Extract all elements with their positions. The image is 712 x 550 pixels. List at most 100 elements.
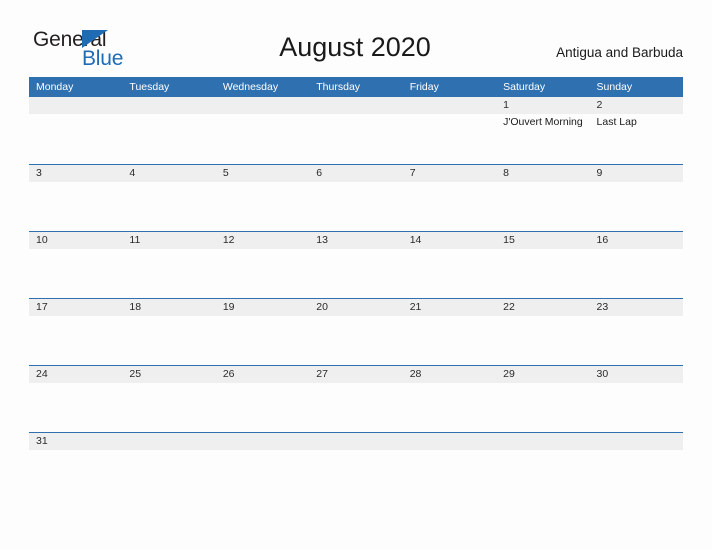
day-cell-empty [216,97,309,164]
day-cell-3[interactable]: 3 [29,165,122,231]
day-number: 20 [316,301,328,313]
day-cell-20[interactable]: 20 [309,299,402,365]
day-number [597,433,680,450]
week-cells: 24 25 26 27 28 29 30 [29,366,683,432]
day-number: 7 [409,167,416,179]
day-number: 15 [503,234,515,246]
day-number: 23 [596,301,609,313]
day-cell-29[interactable]: 29 [496,366,589,432]
day-cell-empty [122,97,215,164]
day-cell-11[interactable]: 11 [122,232,215,298]
week-cells: 31 [29,433,683,454]
day-cell-24[interactable]: 24 [29,366,122,432]
day-number: 1 [503,99,509,111]
day-cell-18[interactable]: 18 [122,299,215,365]
day-cell-10[interactable]: 10 [29,232,122,298]
day-cell-13[interactable]: 13 [309,232,402,298]
logo-text-blue: Blue [82,47,124,70]
day-number: 8 [503,167,509,179]
day-events: Last Lap [597,114,680,129]
day-number: 21 [409,301,422,313]
day-cell-27[interactable]: 27 [309,366,402,432]
day-cell-14[interactable]: 14 [403,232,496,298]
day-cell-16[interactable]: 16 [590,232,683,298]
day-number: 25 [129,368,142,380]
day-cell-25[interactable]: 25 [122,366,215,432]
week-cells: 3 4 5 6 7 8 9 [29,165,683,231]
day-cell-empty [122,433,215,454]
day-of-week-header-saturday: Saturday [503,81,546,93]
day-number [503,433,586,450]
day-cell-26[interactable]: 26 [216,366,309,432]
day-number: 13 [316,234,328,246]
calendar-week-row: 10 11 12 13 14 15 16 [29,231,683,298]
day-cell-empty [496,433,589,454]
day-cell-7[interactable]: 7 [403,165,496,231]
page-title: August 2020 [279,32,431,62]
day-number [223,97,306,114]
day-number: 9 [596,167,603,179]
calendar-grid: Monday Tuesday Wednesday Thursday Friday Satu… [29,77,683,454]
day-of-week-header-wednesday: Wednesday [222,81,279,93]
page-header: General Blue August 2020 Antigua and Bar… [0,0,712,76]
day-number: 17 [36,301,48,313]
week-cells: 1 J'Ouvert Morning 2 Last Lap [29,97,683,164]
day-number [316,433,399,450]
day-cell-15[interactable]: 15 [496,232,589,298]
day-cell-31[interactable]: 31 [29,433,122,454]
day-number: 14 [409,234,422,246]
day-number [129,97,212,114]
calendar-week-row: 1 J'Ouvert Morning 2 Last Lap [29,97,683,164]
day-number: 24 [36,368,48,380]
day-cell-5[interactable]: 5 [216,165,309,231]
day-cell-17[interactable]: 17 [29,299,122,365]
general-blue-logo[interactable]: General Blue [30,28,160,74]
day-number: 27 [316,368,328,380]
day-cell-28[interactable]: 28 [403,366,496,432]
week-cells: 17 18 19 20 21 22 23 [29,299,683,365]
day-cell-2[interactable]: 2 Last Lap [590,97,683,164]
day-cell-empty [309,433,402,454]
day-number: 18 [129,301,142,313]
day-number [129,433,212,450]
day-cell-8[interactable]: 8 [496,165,589,231]
calendar-page: General Blue August 2020 Antigua and Bar… [0,0,712,550]
day-of-week-header-tuesday: Tuesday [129,81,170,93]
day-cell-21[interactable]: 21 [403,299,496,365]
day-number: 26 [222,368,235,380]
calendar-week-row: 3 4 5 6 7 8 9 [29,164,683,231]
country-label: Antigua and Barbuda [556,45,683,60]
logo-triangle-icon [82,30,108,48]
day-number: 2 [596,99,603,111]
day-cell-22[interactable]: 22 [496,299,589,365]
day-events: J'Ouvert Morning [503,114,586,129]
week-cells: 10 11 12 13 14 15 16 [29,232,683,298]
day-cell-empty [403,433,496,454]
day-cell-19[interactable]: 19 [216,299,309,365]
day-cell-12[interactable]: 12 [216,232,309,298]
day-number: 22 [503,301,515,313]
day-cell-empty [309,97,402,164]
day-number: 28 [409,368,422,380]
day-cell-9[interactable]: 9 [590,165,683,231]
day-number: 6 [316,167,323,179]
day-number [223,433,306,450]
day-number: 30 [596,368,609,380]
day-cell-4[interactable]: 4 [122,165,215,231]
day-cell-1[interactable]: 1 J'Ouvert Morning [496,97,589,164]
day-cell-23[interactable]: 23 [590,299,683,365]
day-number: 3 [36,167,42,179]
day-of-week-header-thursday: Thursday [316,81,361,93]
day-number: 29 [503,368,515,380]
day-cell-30[interactable]: 30 [590,366,683,432]
day-number: 16 [596,234,609,246]
day-number: 31 [36,435,48,447]
day-of-week-header-sunday: Sunday [596,81,633,93]
holiday-event: Last Lap [596,116,637,128]
calendar-week-row: 24 25 26 27 28 29 30 [29,365,683,432]
day-number: 11 [129,234,141,246]
day-cell-empty [403,97,496,164]
day-cell-6[interactable]: 6 [309,165,402,231]
day-cell-empty [590,433,683,454]
day-number: 10 [36,234,48,246]
